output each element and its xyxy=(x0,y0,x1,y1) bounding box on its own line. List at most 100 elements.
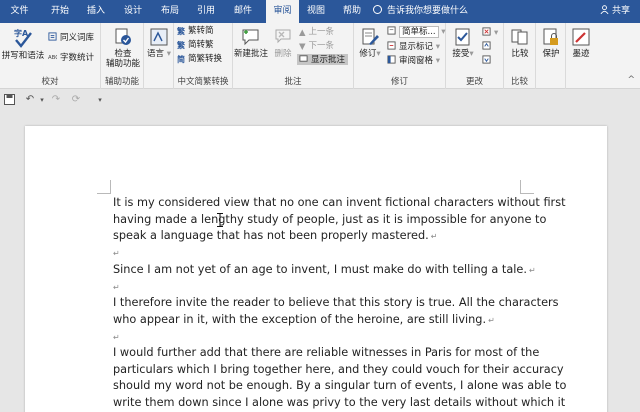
tell-me-text: 告诉我你想要做什么 xyxy=(387,6,469,16)
empty-paragraph-mark: ↵ xyxy=(113,333,120,342)
accept-icon xyxy=(455,28,470,46)
group-proofing: 字A 拼写和语法 同义词库 ABC字数统计 校对 xyxy=(0,23,101,89)
undo-icon[interactable]: ↶ xyxy=(24,94,36,106)
text-line: write them down since I alone was privy … xyxy=(113,395,566,409)
word-count-label: 字数统计 xyxy=(60,53,95,63)
paragraph-4: I would further add that there are relia… xyxy=(113,345,567,411)
ink-label: 墨迹 xyxy=(572,49,590,59)
collapse-ribbon-icon[interactable]: ^ xyxy=(627,75,635,85)
word-count-icon: ABC xyxy=(48,55,57,61)
repeat-icon[interactable]: ⟳ xyxy=(70,94,82,106)
tab-review[interactable]: 审阅 xyxy=(266,0,299,23)
delete-comment-button[interactable]: 删除 xyxy=(271,27,295,59)
simplified-icon: 繁 xyxy=(177,27,185,36)
check-label-1: 检查 xyxy=(114,49,132,59)
reject-icon xyxy=(482,27,491,36)
compare-button[interactable]: 比较 xyxy=(506,27,534,59)
compare-btn-label: 比较 xyxy=(511,49,529,59)
previous-comment-button[interactable]: ▲ 上一条 xyxy=(299,27,334,38)
tab-references[interactable]: 引用 xyxy=(190,0,222,23)
lightbulb-icon xyxy=(373,5,382,14)
crop-mark-top-right xyxy=(520,180,534,194)
spellcheck-icon: 字A xyxy=(14,28,32,48)
quick-access-toolbar: ↶ ▾ ↷ ⟳ ▾ xyxy=(0,89,640,111)
accept-dropdown-icon: ▾ xyxy=(469,49,474,59)
text-line: having made a lengthy study of people, j… xyxy=(113,212,547,226)
tab-design[interactable]: 设计 xyxy=(117,0,149,23)
pilcrow-mark: ↵ xyxy=(430,232,438,242)
group-compare: 比较 比较 xyxy=(504,23,536,89)
svg-text:ABC: ABC xyxy=(48,55,57,61)
next-comment-button[interactable]: ▼ 下一条 xyxy=(299,41,334,52)
protect-label: 保护 xyxy=(542,49,560,59)
menu-bar: 文件 开始 插入 设计 布局 引用 邮件 审阅 视图 帮助 告诉我你想要做什么 … xyxy=(0,0,640,23)
accept-button[interactable]: 接受▾ xyxy=(448,27,478,59)
share-button[interactable]: 共享 xyxy=(600,0,630,23)
group-protect: 保护 xyxy=(536,23,566,89)
reviewing-pane-button[interactable]: 审阅窗格 ▾ xyxy=(387,55,440,66)
redo-icon[interactable]: ↷ xyxy=(50,94,62,106)
tab-mailings[interactable]: 邮件 xyxy=(227,0,259,23)
previous-change-button[interactable] xyxy=(482,41,494,52)
save-icon[interactable] xyxy=(3,94,15,106)
to-traditional-button[interactable]: 繁简转繁 xyxy=(177,40,214,51)
spelling-label: 拼写和语法 xyxy=(1,51,45,61)
display-for-review-dropdown[interactable]: 简单标... ▾ xyxy=(387,26,446,38)
show-comments-button[interactable]: 显示批注 xyxy=(297,54,349,65)
group-comments: 新建批注 删除 ▲ 上一条 ▼ 下一条 显示批注 批注 xyxy=(233,23,354,89)
word-count-button[interactable]: ABC字数统计 xyxy=(48,52,94,63)
track-changes-button[interactable]: 修订▾ xyxy=(356,27,384,59)
tab-home[interactable]: 开始 xyxy=(44,0,76,23)
tab-file[interactable]: 文件 xyxy=(4,0,35,23)
group-tracking: 修订▾ 简单标... ▾ 显示标记 ▾ 审阅窗格 ▾ 修订 xyxy=(354,23,446,89)
text-cursor-icon xyxy=(217,212,223,227)
undo-dropdown-icon[interactable]: ▾ xyxy=(36,94,48,106)
delete-comment-icon xyxy=(275,29,291,44)
reject-button[interactable]: ▾ xyxy=(482,27,498,38)
spelling-grammar-button[interactable]: 字A 拼写和语法 xyxy=(1,27,45,61)
tab-view[interactable]: 视图 xyxy=(300,0,332,23)
accept-label: 接受 xyxy=(452,49,470,59)
reviewing-pane-label: 审阅窗格 xyxy=(399,56,434,66)
language-button[interactable]: 语言 ▾ xyxy=(146,27,172,59)
tell-me-box[interactable]: 告诉我你想要做什么 xyxy=(373,0,468,23)
reviewing-pane-arrow-icon: ▾ xyxy=(433,56,440,66)
ink-button[interactable]: 墨迹 xyxy=(567,27,595,59)
convert-button[interactable]: 简简繁转换 xyxy=(177,54,222,65)
check-accessibility-button[interactable]: 检查 辅助功能 xyxy=(103,27,143,69)
customize-qat-icon[interactable]: ▾ xyxy=(94,94,106,106)
thesaurus-button[interactable]: 同义词库 xyxy=(48,32,94,43)
show-comments-label: 显示批注 xyxy=(311,55,346,65)
traditional-icon: 繁 xyxy=(177,41,185,50)
tab-layout[interactable]: 布局 xyxy=(154,0,186,23)
show-markup-icon xyxy=(387,41,396,50)
person-icon xyxy=(600,5,609,14)
protect-button[interactable]: 保护 xyxy=(537,27,565,59)
dropdown-arrow-icon: ▾ xyxy=(164,49,171,59)
next-icon: ▼ xyxy=(299,42,306,52)
group-label-comments: 批注 xyxy=(284,77,302,87)
new-comment-button[interactable]: 新建批注 xyxy=(233,27,269,59)
to-simplified-button[interactable]: 繁繁转简 xyxy=(177,26,214,37)
display-review-value: 简单标... xyxy=(399,26,439,38)
group-changes: 接受▾ ▾ 更改 xyxy=(446,23,504,89)
compare-icon xyxy=(511,29,528,45)
text-line: I therefore invite the reader to believe… xyxy=(113,296,559,309)
tab-help[interactable]: 帮助 xyxy=(336,0,368,23)
group-label-compare: 比较 xyxy=(510,77,528,87)
group-label-accessibility: 辅助功能 xyxy=(104,77,139,87)
document-page[interactable]: It is my considered view that no one can… xyxy=(25,126,607,412)
show-markup-button[interactable]: 显示标记 ▾ xyxy=(387,41,440,52)
crop-mark-top-left xyxy=(97,180,111,194)
display-review-icon xyxy=(387,26,396,35)
group-label-proofing: 校对 xyxy=(41,77,59,87)
book-icon xyxy=(48,32,57,41)
check-label-2: 辅助功能 xyxy=(105,59,140,69)
track-changes-label: 修订 xyxy=(359,49,377,59)
tab-insert[interactable]: 插入 xyxy=(80,0,112,23)
paragraph-2: Since I am not yet of an age to invent, … xyxy=(113,262,536,280)
paragraph-1: It is my considered view that no one can… xyxy=(113,195,566,246)
text-line: should my word not be enough. By a singu… xyxy=(113,379,567,393)
text-line: I would further add that there are relia… xyxy=(113,346,540,359)
next-change-button[interactable] xyxy=(482,55,494,66)
